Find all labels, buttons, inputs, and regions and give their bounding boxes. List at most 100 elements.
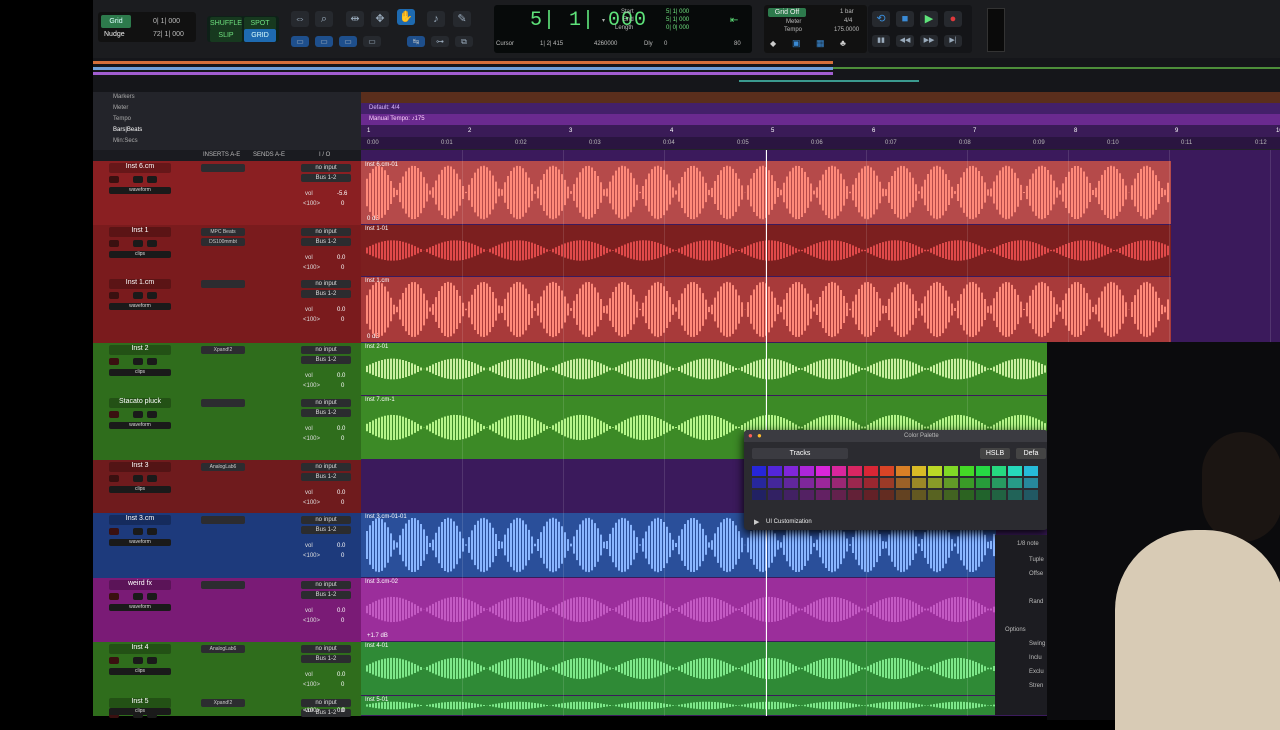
track-view-selector[interactable]: waveform [109, 422, 171, 429]
tempo-ruler[interactable]: Manual Tempo: ♪175 [361, 114, 1280, 125]
go-to-end-icon[interactable]: ▶| [944, 35, 962, 47]
markers-ruler[interactable] [361, 92, 1280, 103]
end-value[interactable]: 5| 1| 000 [666, 17, 689, 23]
output-selector[interactable]: Bus 1-2 [301, 409, 351, 417]
color-swatch[interactable] [1008, 466, 1022, 476]
selector-icon[interactable]: ✥ [371, 11, 389, 27]
rewind-icon[interactable]: ◀◀ [896, 35, 914, 47]
color-swatch[interactable] [832, 490, 846, 500]
palette-default-button[interactable]: Defa [1016, 448, 1046, 459]
color-swatch[interactable] [992, 466, 1006, 476]
track-header[interactable]: Inst 4 clips AnalogLab6 no input Bus 1-2… [93, 642, 361, 697]
color-swatch[interactable] [800, 466, 814, 476]
mute-button[interactable] [147, 528, 157, 535]
play-icon[interactable]: ▶ [920, 11, 938, 27]
track-clip-lane[interactable]: Inst 4-01 [361, 642, 996, 695]
color-swatch[interactable] [848, 490, 862, 500]
pan-value[interactable]: 0 [341, 682, 344, 688]
palette-swatch-grid[interactable] [752, 466, 1048, 502]
record-enable-button[interactable] [109, 593, 119, 600]
insert-slot[interactable] [201, 581, 245, 589]
track-name[interactable]: Stacato pluck [109, 398, 171, 408]
color-swatch[interactable] [912, 466, 926, 476]
volume-value[interactable]: -5.6 [337, 191, 347, 197]
color-swatch[interactable] [976, 466, 990, 476]
volume-value[interactable]: 0.0 [337, 543, 345, 549]
color-swatch[interactable] [1008, 478, 1022, 488]
mute-button[interactable] [147, 593, 157, 600]
nudge-label[interactable]: Nudge [104, 31, 125, 38]
color-swatch[interactable] [1024, 466, 1038, 476]
color-swatch[interactable] [816, 466, 830, 476]
mute-button[interactable] [147, 176, 157, 183]
pan-value[interactable]: 0 [341, 500, 344, 506]
record-enable-button[interactable] [109, 292, 119, 299]
zoom-preset-2-icon[interactable]: ▭ [315, 36, 333, 47]
min-secs-ruler[interactable]: 0:00 0:01 0:02 0:03 0:04 0:05 0:06 0:07 0:08 0:09… [361, 137, 1280, 149]
solo-button[interactable] [133, 240, 143, 247]
palette-target-select[interactable]: Tracks [752, 448, 848, 459]
color-swatch[interactable] [928, 466, 942, 476]
count-off-icon[interactable]: ▣ [792, 38, 801, 49]
color-swatch[interactable] [976, 478, 990, 488]
zoomer-icon[interactable]: ⌕ [315, 11, 333, 27]
pan-value[interactable]: 0 [341, 708, 344, 714]
color-swatch[interactable] [944, 478, 958, 488]
close-window-icon[interactable]: ● [748, 431, 753, 440]
include-option[interactable]: Inclu [1029, 655, 1042, 661]
pan-value[interactable]: 0 [341, 265, 344, 271]
bars-beats-ruler[interactable]: 1 2 3 4 5 6 7 8 9 10 [361, 125, 1280, 137]
output-selector[interactable]: Bus 1-2 [301, 591, 351, 599]
solo-button[interactable] [133, 475, 143, 482]
input-selector[interactable]: no input [301, 399, 351, 407]
color-swatch[interactable] [960, 478, 974, 488]
insert-slot-2[interactable]: DS100mmbt [201, 238, 245, 246]
color-swatch[interactable] [992, 478, 1006, 488]
input-selector[interactable]: no input [301, 228, 351, 236]
track-name[interactable]: Inst 1 [109, 227, 171, 237]
loop-icon[interactable]: ⟲ [872, 11, 890, 27]
volume-value[interactable]: 0.0 [337, 373, 345, 379]
track-header[interactable]: Inst 1.cm waveform no input Bus 1-2 0.0 … [93, 277, 361, 344]
track-name[interactable]: Inst 3.cm [109, 515, 171, 525]
pan-value[interactable]: 0 [341, 553, 344, 559]
track-header[interactable]: Inst 3.cm waveform no input Bus 1-2 0.0 … [93, 513, 361, 579]
tuplet-option[interactable]: Tuple [1029, 557, 1044, 563]
insert-slot[interactable] [201, 164, 245, 172]
disclosure-triangle-icon[interactable]: ▶ [754, 518, 759, 526]
color-swatch[interactable] [864, 466, 878, 476]
track-name[interactable]: Inst 6.cm [109, 163, 171, 173]
random-option[interactable]: Rand [1029, 599, 1043, 605]
slip-mode-button[interactable]: SLIP [210, 29, 242, 42]
solo-button[interactable] [133, 593, 143, 600]
session-overview[interactable] [93, 58, 1280, 92]
output-selector[interactable]: Bus 1-2 [301, 356, 351, 364]
record-enable-button[interactable] [109, 358, 119, 365]
output-selector[interactable]: Bus 1-2 [301, 238, 351, 246]
track-header[interactable]: Inst 3 clips AnalogLab6 no input Bus 1-2… [93, 460, 361, 514]
color-swatch[interactable] [1008, 490, 1022, 500]
pre-roll-icon[interactable]: ⇤ [730, 15, 738, 26]
grid-mode-button[interactable]: GRID [244, 29, 276, 42]
color-swatch[interactable] [928, 478, 942, 488]
track-view-selector[interactable]: waveform [109, 539, 171, 546]
color-swatch[interactable] [992, 490, 1006, 500]
markers-ruler-label[interactable]: Markers [113, 94, 135, 100]
color-swatch[interactable] [880, 478, 894, 488]
mute-button[interactable] [147, 358, 157, 365]
record-enable-button[interactable] [109, 475, 119, 482]
solo-button[interactable] [133, 176, 143, 183]
pan-value[interactable]: 0 [341, 201, 344, 207]
record-enable-button[interactable] [109, 657, 119, 664]
output-selector[interactable]: Bus 1-2 [301, 655, 351, 663]
color-swatch[interactable] [976, 490, 990, 500]
fast-forward-icon[interactable]: ▶▶ [920, 35, 938, 47]
input-selector[interactable]: no input [301, 645, 351, 653]
solo-button[interactable] [133, 528, 143, 535]
color-swatch[interactable] [784, 466, 798, 476]
color-swatch[interactable] [880, 490, 894, 500]
track-name[interactable]: weird fx [109, 580, 171, 590]
tab-to-transient-icon[interactable]: ↹ [407, 36, 425, 47]
pencil-icon[interactable]: ✎ [453, 11, 471, 27]
track-name[interactable]: Inst 3 [109, 462, 171, 472]
